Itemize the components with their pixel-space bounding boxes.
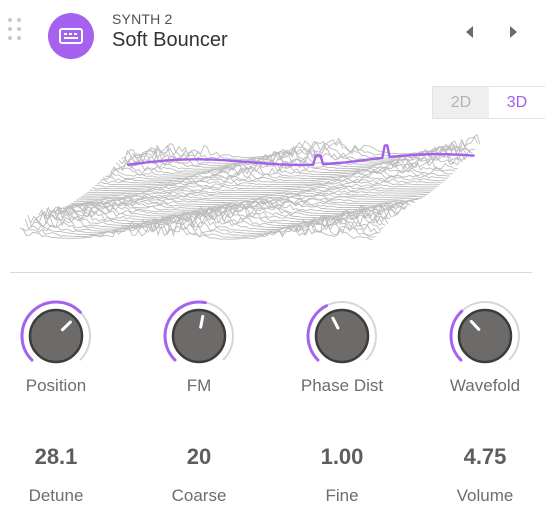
volume-value[interactable]: 4.75	[425, 444, 545, 470]
position-knob[interactable]	[16, 298, 96, 378]
knob-body	[28, 308, 84, 364]
wavetable-3d-view	[19, 133, 481, 240]
fine-label: Fine	[325, 486, 359, 505]
volume-label: Volume	[456, 486, 514, 505]
fine-value[interactable]: 1.00	[282, 444, 402, 470]
detune-label: Detune	[28, 486, 84, 505]
coarse-label: Coarse	[171, 486, 227, 505]
wavefold-knob[interactable]	[445, 298, 525, 378]
section-divider	[10, 272, 532, 273]
view-3d-option[interactable]: 3D	[489, 87, 545, 118]
phase-dist-knob[interactable]	[302, 298, 382, 378]
phase-dist-knob-label: Phase Dist	[300, 376, 384, 395]
synth-module-icon	[48, 13, 94, 59]
knob-body	[171, 308, 227, 364]
knob-body	[457, 308, 513, 364]
wavefold-knob-label: Wavefold	[449, 376, 521, 395]
detune-value[interactable]: 28.1	[0, 444, 116, 470]
preset-title: Soft Bouncer	[112, 29, 228, 51]
wave-frame-line	[123, 147, 471, 167]
drag-handle-icon[interactable]	[8, 18, 22, 44]
next-preset-button[interactable]	[500, 20, 526, 44]
next-arrow-icon	[510, 26, 517, 38]
previous-preset-button[interactable]	[457, 20, 483, 44]
view-2d-option[interactable]: 2D	[433, 87, 489, 118]
coarse-value[interactable]: 20	[139, 444, 259, 470]
view-mode-toggle[interactable]: 2D 3D	[432, 86, 545, 119]
fm-knob-label: FM	[186, 376, 212, 395]
fm-knob[interactable]	[159, 298, 239, 378]
knob-body	[314, 308, 370, 364]
previous-arrow-icon	[466, 26, 473, 38]
module-subtitle: SYNTH 2	[112, 11, 173, 27]
knob-indicator	[199, 314, 205, 329]
position-knob-label: Position	[25, 376, 87, 395]
